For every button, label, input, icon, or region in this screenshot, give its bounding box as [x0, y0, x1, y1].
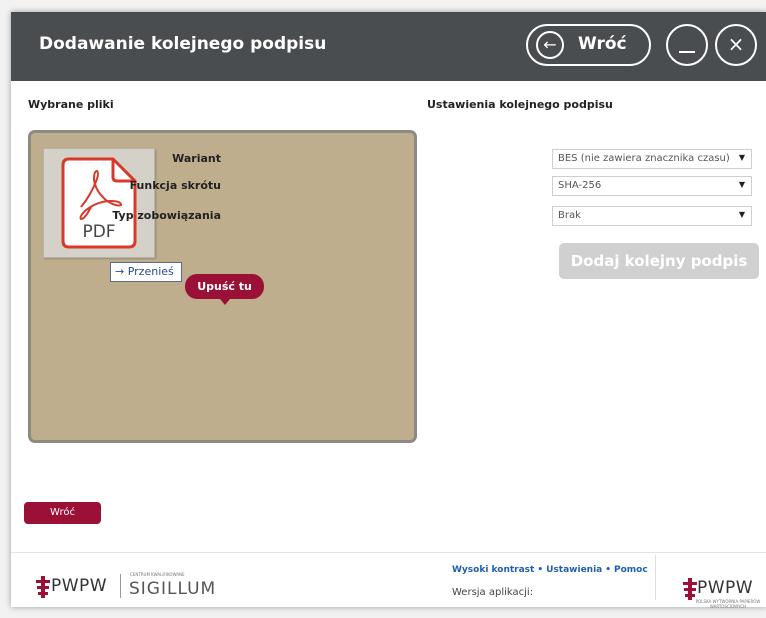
hash-function-label: Funkcja skrótu — [129, 179, 221, 192]
link-separator: • — [605, 565, 611, 575]
pdf-type-label: PDF — [82, 222, 115, 242]
commitment-type-select[interactable]: Brak ▼ — [552, 206, 752, 226]
add-signature-button[interactable]: Dodaj kolejny podpis — [559, 243, 759, 279]
signature-settings-heading: Ustawienia kolejnego podpisu — [427, 98, 613, 111]
close-button[interactable]: × — [715, 24, 757, 66]
chevron-down-icon: ▼ — [738, 210, 745, 219]
pwpw-logo-icon — [36, 576, 50, 598]
drag-tooltip: → Przenieś — [110, 262, 182, 282]
hash-function-select[interactable]: SHA-256 ▼ — [552, 176, 752, 196]
close-icon: × — [727, 32, 745, 56]
commitment-type-value: Brak — [558, 210, 581, 221]
chevron-down-icon: ▼ — [738, 180, 745, 189]
sigillum-logo-text: SIGILLUM — [129, 579, 217, 599]
commitment-type-label: Typ zobowiązania — [112, 209, 221, 222]
variant-select[interactable]: BES (nie zawiera znacznika czasu) ▼ — [552, 149, 752, 169]
back-arrow-icon: ← — [536, 31, 564, 59]
pdf-file-card[interactable]: PDF — [43, 148, 155, 258]
dialog-window: Dodawanie kolejnego podpisu ← Wróć × Wyb… — [11, 12, 766, 609]
variant-label: Wariant — [172, 152, 221, 165]
back-button-label: Wróć — [578, 34, 627, 54]
footer-divider — [11, 552, 766, 553]
drag-tooltip-label: Przenieś — [127, 265, 174, 278]
settings-link[interactable]: Ustawienia — [546, 565, 602, 575]
back-small-button[interactable]: Wróć — [24, 502, 101, 524]
drag-arrow-icon: → — [115, 265, 125, 278]
pwpw-logo-icon — [683, 578, 697, 600]
file-drop-zone[interactable]: PDF → Przenieś Upuść tu — [28, 130, 417, 443]
minimize-icon — [679, 51, 695, 53]
chevron-down-icon: ▼ — [738, 153, 745, 162]
pwpw-logo-right: PWPW POLSKA WYTWÓRNIA PAPIERÓW WARTOŚCIO… — [683, 578, 760, 618]
title-bar: Dodawanie kolejnego podpisu ← Wróć × — [11, 12, 766, 81]
window-title: Dodawanie kolejnego podpisu — [39, 34, 327, 54]
high-contrast-link[interactable]: Wysoki kontrast — [452, 565, 534, 575]
logo-separator — [120, 574, 121, 598]
footer-vertical-divider — [655, 555, 656, 600]
variant-value: BES (nie zawiera znacznika czasu) — [558, 153, 730, 164]
link-separator: • — [537, 565, 544, 575]
pwpw-logo-right-text: PWPW — [697, 578, 754, 598]
sigillum-caption: CENTRUM KWALIFIKOWANE — [130, 572, 185, 577]
hash-function-value: SHA-256 — [558, 180, 602, 191]
back-button[interactable]: ← Wróć — [526, 24, 651, 66]
pwpw-logo-text: PWPW — [51, 576, 108, 596]
pwpw-logo-right-caption: POLSKA WYTWÓRNIA PAPIERÓW WARTOŚCIOWYCH — [695, 599, 761, 609]
app-version: Wersja aplikacji: — [452, 587, 534, 598]
pdf-file-icon: PDF — [61, 157, 137, 249]
selected-files-heading: Wybrane pliki — [28, 98, 114, 111]
footer-links: Wysoki kontrast • Ustawienia • Pomoc — [452, 565, 648, 575]
help-link[interactable]: Pomoc — [614, 565, 648, 575]
drop-here-bubble: Upuść tu — [185, 274, 264, 305]
minimize-button[interactable] — [666, 24, 708, 66]
